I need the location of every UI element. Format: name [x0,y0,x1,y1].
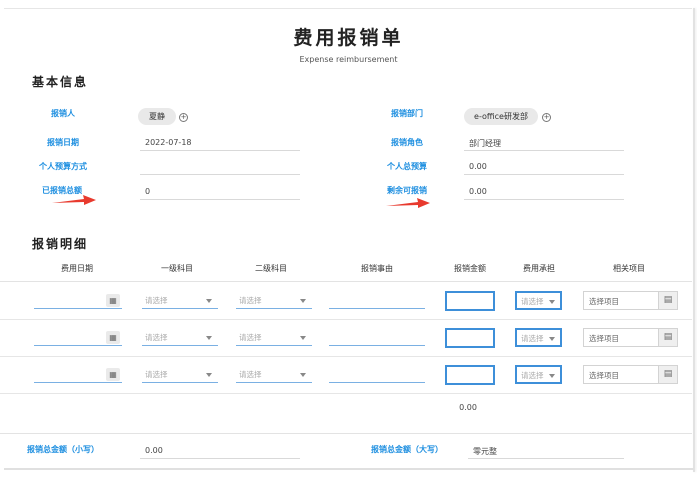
calendar-icon[interactable]: ▦ [106,368,120,381]
project-placeholder: 选择项目 [589,371,619,380]
row-divider [0,393,692,394]
table-header-divider [0,281,692,282]
budget-mode-label: 个人预算方式 [39,162,87,171]
total-budget-value: 0.00 [469,162,487,171]
amount-column-total: 0.00 [459,403,477,412]
footer-divider [0,433,692,434]
section-title-details: 报销明细 [32,237,89,251]
total-big-value: 零元整 [473,447,497,456]
column-header-project: 相关项目 [613,264,645,273]
budget-mode-underline [140,174,300,175]
expense-date-input[interactable]: ▦ [34,329,122,346]
total-small-value: 0.00 [145,446,163,455]
column-header-subject1: 一级科目 [161,264,193,273]
amount-input[interactable] [445,291,495,311]
document-icon[interactable]: ▤ [658,366,677,383]
subject2-placeholder: 请选择 [239,370,262,379]
subject1-select[interactable]: 请选择 [142,329,218,346]
add-applicant-plus-icon[interactable]: + [179,113,188,122]
subject2-select[interactable]: 请选择 [236,366,312,383]
subject1-select[interactable]: 请选择 [142,366,218,383]
document-icon[interactable]: ▤ [658,292,677,309]
row-divider [0,319,692,320]
red-arrow-annotation-right [386,198,430,208]
remaining-underline [464,199,624,200]
total-budget-underline [464,174,624,175]
section-title-basic-info: 基本信息 [32,75,89,89]
amount-input[interactable] [445,328,495,348]
project-placeholder: 选择项目 [589,334,619,343]
chevron-down-icon [206,373,212,377]
bearer-select[interactable]: 请选择 [515,328,562,347]
expense-date-input[interactable]: ▦ [34,292,122,309]
remaining-value: 0.00 [469,187,487,196]
column-header-amount: 报销金额 [454,264,486,273]
row-divider [0,356,692,357]
total-small-underline [140,458,300,459]
chevron-down-icon [300,336,306,340]
applicant-tag[interactable]: 夏静 [138,108,176,125]
expense-form-page: 费用报销单 Expense reimbursement 基本信息 报销人 夏静 … [0,0,697,482]
expense-date-input[interactable]: ▦ [34,366,122,383]
amount-input[interactable] [445,365,495,385]
form-title: 费用报销单 [293,27,404,49]
chevron-down-icon [549,300,555,304]
column-header-bearer: 费用承担 [523,264,555,273]
frame-border-top [4,8,692,9]
bearer-placeholder: 请选择 [521,371,544,380]
role-underline [464,150,624,151]
frame-border-right [693,8,695,472]
date-value[interactable]: 2022-07-18 [145,138,192,147]
bearer-placeholder: 请选择 [521,297,544,306]
red-arrow-annotation-left [52,195,96,205]
document-icon[interactable]: ▤ [658,329,677,346]
reason-input[interactable] [329,329,425,346]
department-tag[interactable]: e-office研发部 [464,108,538,125]
project-picker[interactable]: 选择项目 ▤ [583,328,678,347]
calendar-icon[interactable]: ▦ [106,294,120,307]
subject1-placeholder: 请选择 [145,296,168,305]
subject1-placeholder: 请选择 [145,333,168,342]
column-header-subject2: 二级科目 [255,264,287,273]
reason-input[interactable] [329,292,425,309]
bearer-select[interactable]: 请选择 [515,365,562,384]
role-label: 报销角色 [391,138,423,147]
total-budget-label: 个人总预算 [387,162,427,171]
form-subtitle: Expense reimbursement [299,55,398,64]
subject2-select[interactable]: 请选择 [236,329,312,346]
add-department-plus-icon[interactable]: + [542,113,551,122]
chevron-down-icon [549,374,555,378]
total-big-underline [468,458,624,459]
project-picker[interactable]: 选择项目 ▤ [583,291,678,310]
subject2-placeholder: 请选择 [239,333,262,342]
column-header-date: 费用日期 [61,264,93,273]
date-label: 报销日期 [47,138,79,147]
frame-border-bottom [4,468,694,470]
total-big-label: 报销总金额（大写） [371,445,443,454]
reason-input[interactable] [329,366,425,383]
subject1-select[interactable]: 请选择 [142,292,218,309]
chevron-down-icon [206,336,212,340]
subject2-select[interactable]: 请选择 [236,292,312,309]
total-small-label: 报销总金额（小写） [27,445,99,454]
reimbursed-total-value: 0 [145,187,151,196]
bearer-placeholder: 请选择 [521,334,544,343]
subject1-placeholder: 请选择 [145,370,168,379]
date-underline [140,150,300,151]
chevron-down-icon [300,373,306,377]
applicant-label: 报销人 [51,109,75,118]
role-value[interactable]: 部门经理 [469,138,501,149]
chevron-down-icon [300,299,306,303]
remaining-label: 剩余可报销 [387,186,427,195]
calendar-icon[interactable]: ▦ [106,331,120,344]
project-picker[interactable]: 选择项目 ▤ [583,365,678,384]
chevron-down-icon [206,299,212,303]
project-placeholder: 选择项目 [589,297,619,306]
subject2-placeholder: 请选择 [239,296,262,305]
reimbursed-total-underline [140,199,300,200]
chevron-down-icon [549,337,555,341]
department-label: 报销部门 [391,109,423,118]
bearer-select[interactable]: 请选择 [515,291,562,310]
column-header-reason: 报销事由 [361,264,393,273]
